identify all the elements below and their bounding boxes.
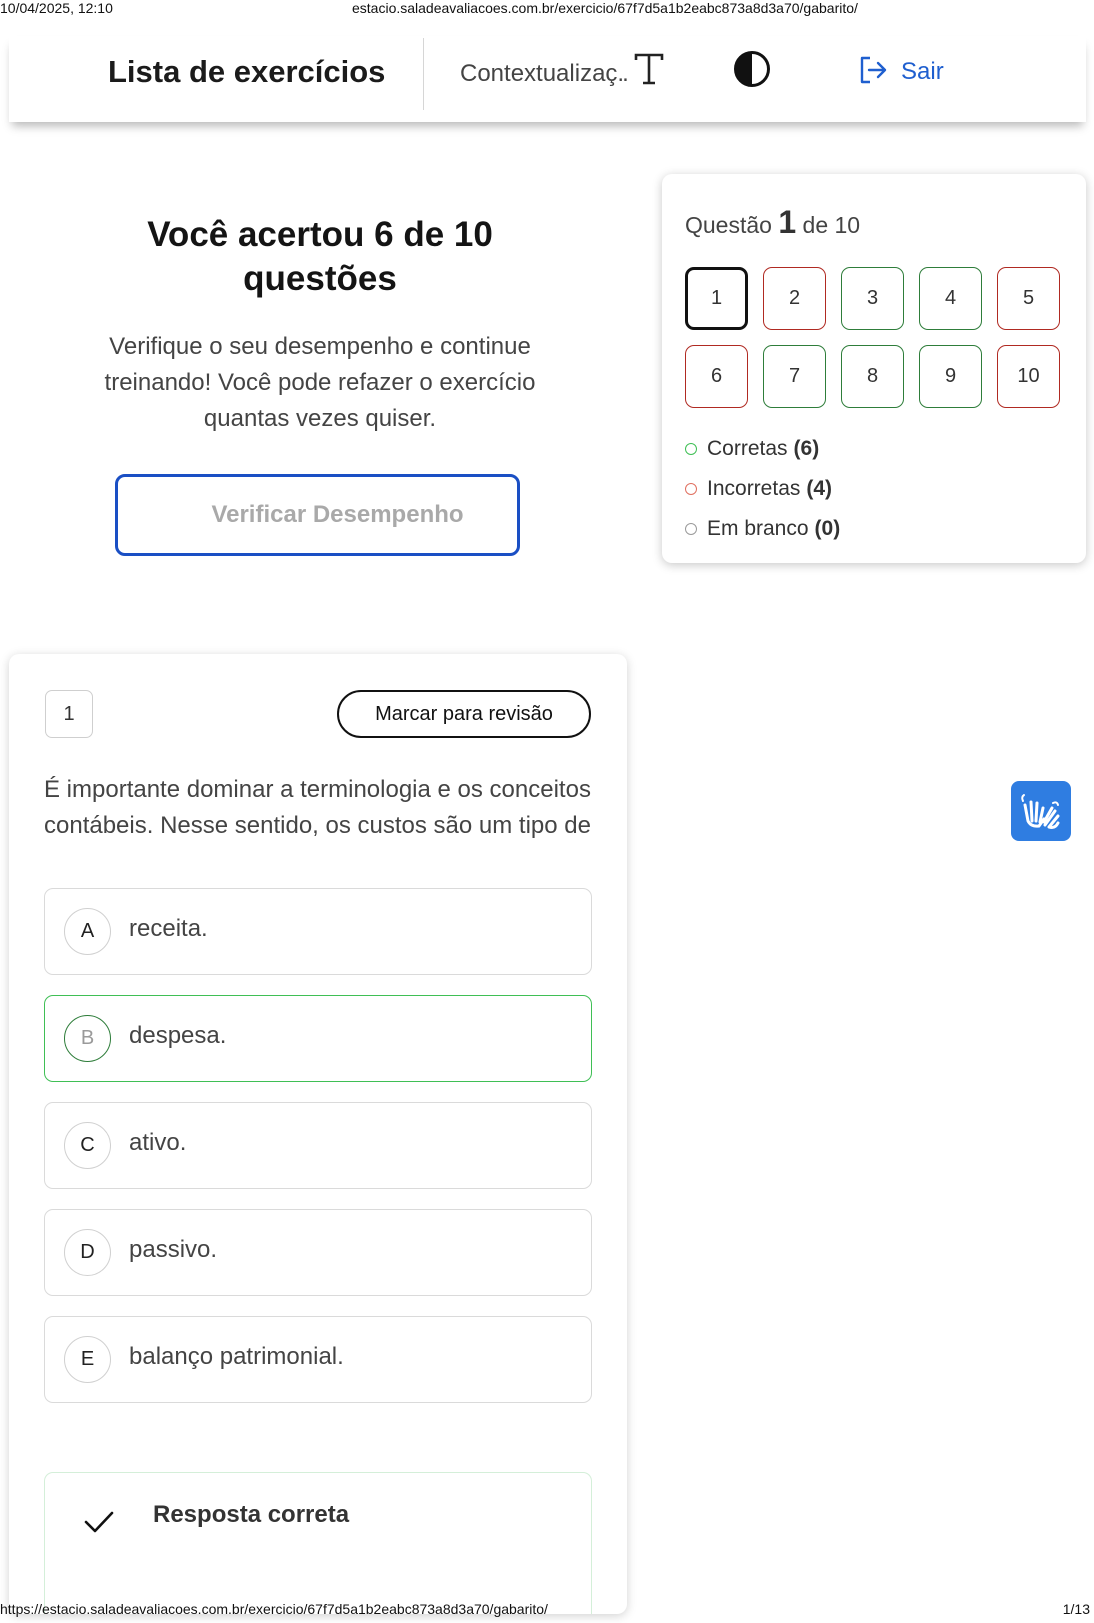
option-text: passivo. (129, 1236, 218, 1263)
context-tab-ellipsis: .. (617, 60, 628, 87)
question-nav-button[interactable]: 3 (841, 267, 904, 330)
question-grid: 1 2 3 4 5 6 7 8 9 10 (685, 267, 1060, 408)
logout-label: Sair (901, 58, 944, 85)
legend-label: Corretas (707, 437, 788, 460)
print-footer-url: https://estacio.saladeavaliacoes.com.br/… (0, 1601, 548, 1617)
result-title: Você acertou 6 de 10 questões (147, 215, 493, 298)
logout-icon (857, 54, 889, 91)
question-nav-button[interactable]: 1 (685, 267, 748, 330)
option-text: despesa. (129, 1022, 227, 1049)
legend-count: (4) (806, 477, 833, 500)
top-navigation-bar: Lista de exercícios Contextualizaç.. Sai… (9, 36, 1086, 122)
navigator-total: de 10 (802, 212, 861, 238)
question-nav-button[interactable]: 7 (763, 345, 826, 408)
print-datetime: 10/04/2025, 12:10 (0, 0, 113, 16)
question-card: 1 Marcar para revisão É importante domin… (9, 654, 627, 1614)
legend-item: Incorretas (4) (685, 469, 840, 509)
option-letter: E (64, 1336, 111, 1383)
option-letter: A (64, 908, 111, 955)
question-nav-button[interactable]: 8 (841, 345, 904, 408)
feedback-panel: Resposta correta (44, 1472, 592, 1614)
verify-performance-button[interactable]: Verificar Desempenho (115, 474, 520, 556)
answer-option[interactable]: Dpassivo. (44, 1209, 592, 1296)
print-page-number: 1/13 (1062, 1601, 1090, 1617)
app-title: Lista de exercícios (108, 54, 386, 89)
option-text: receita. (129, 915, 208, 942)
print-header: 10/04/2025, 12:10 estacio.saladeavaliaco… (0, 0, 1094, 18)
navigator-label: Questão (685, 212, 772, 238)
status-legend: Corretas (6) Incorretas (4) Em branco (0) (685, 429, 840, 549)
text-size-icon[interactable] (633, 52, 665, 86)
legend-item: Em branco (0) (685, 509, 840, 549)
navigator-title: Questão 1 de 10 (685, 204, 860, 241)
legend-dot-icon (685, 483, 697, 495)
check-icon (83, 1509, 115, 1540)
answer-option[interactable]: Areceita. (44, 888, 592, 975)
question-nav-button[interactable]: 2 (763, 267, 826, 330)
sign-language-hands-icon (1021, 794, 1060, 829)
answer-option[interactable]: Ebalanço patrimonial. (44, 1316, 592, 1403)
legend-dot-icon (685, 443, 697, 455)
option-text: ativo. (129, 1129, 187, 1156)
question-nav-button[interactable]: 9 (919, 345, 982, 408)
mark-for-review-button[interactable]: Marcar para revisão (337, 690, 591, 738)
legend-dot-icon (685, 523, 697, 535)
question-number-badge: 1 (45, 690, 93, 738)
question-nav-button[interactable]: 4 (919, 267, 982, 330)
option-letter: B (64, 1015, 111, 1062)
option-text: balanço patrimonial. (129, 1343, 344, 1370)
current-question-number: 1 (778, 204, 797, 240)
result-summary: Você acertou 6 de 10 questões Verifique … (80, 213, 560, 437)
legend-count: (0) (814, 517, 841, 540)
option-letter: C (64, 1122, 111, 1169)
question-nav-button[interactable]: 6 (685, 345, 748, 408)
print-footer: https://estacio.saladeavaliacoes.com.br/… (0, 1601, 1094, 1621)
logout-button[interactable]: Sair (857, 54, 944, 90)
sign-language-button[interactable] (1011, 781, 1071, 841)
feedback-label: Resposta correta (153, 1501, 350, 1528)
context-tab-label: Contextualizaç (460, 60, 618, 87)
header-divider (423, 38, 424, 110)
result-message: Verifique o seu desempenho e continue tr… (104, 333, 536, 432)
contrast-icon[interactable] (733, 50, 771, 88)
legend-label: Em branco (707, 517, 809, 540)
legend-label: Incorretas (707, 477, 801, 500)
answer-option[interactable]: Bdespesa. (44, 995, 592, 1082)
legend-item: Corretas (6) (685, 429, 840, 469)
legend-count: (6) (793, 437, 820, 460)
print-url: estacio.saladeavaliacoes.com.br/exercici… (352, 0, 858, 16)
option-letter: D (64, 1229, 111, 1276)
question-text: É importante dominar a terminologia e os… (44, 776, 591, 839)
question-navigator: Questão 1 de 10 1 2 3 4 5 6 7 8 9 10 Corretas (6) I… (662, 174, 1086, 563)
question-nav-button[interactable]: 10 (997, 345, 1060, 408)
question-nav-button[interactable]: 5 (997, 267, 1060, 330)
context-tab[interactable]: Contextualizaç.. (460, 60, 629, 88)
answer-option[interactable]: Cativo. (44, 1102, 592, 1189)
